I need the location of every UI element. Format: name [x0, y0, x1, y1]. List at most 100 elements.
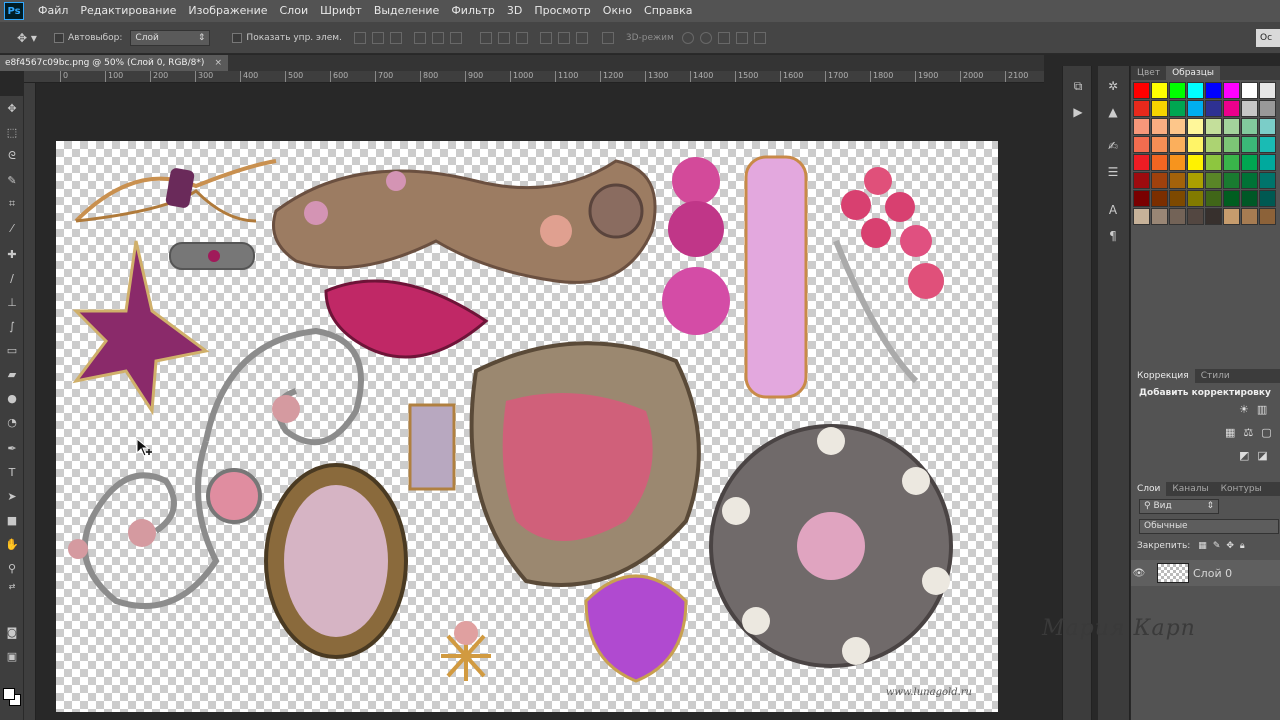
align-vcenter-icon[interactable]: [371, 31, 384, 44]
menu-3d[interactable]: 3D: [501, 0, 528, 22]
auto-align-icon[interactable]: [601, 31, 614, 44]
gradient-tool-icon[interactable]: ▰: [4, 366, 20, 382]
document-tab[interactable]: e8f4567c09bc.png @ 50% (Слой 0, RGB/8*) …: [0, 55, 228, 71]
swatch[interactable]: [1241, 136, 1258, 153]
tab-color[interactable]: Цвет: [1131, 66, 1166, 80]
lock-position-icon[interactable]: ✥: [1226, 541, 1234, 551]
document-canvas[interactable]: www.lunagold.ru: [56, 141, 998, 712]
swatch[interactable]: [1169, 82, 1186, 99]
invert-icon[interactable]: ◩: [1239, 449, 1249, 462]
menu-window[interactable]: Окно: [597, 0, 638, 22]
swatch[interactable]: [1151, 82, 1168, 99]
color-balance-icon[interactable]: ⚖: [1243, 426, 1253, 439]
distribute-bottom-icon[interactable]: [515, 31, 528, 44]
tab-channels[interactable]: Каналы: [1166, 482, 1214, 496]
align-bottom-icon[interactable]: [389, 31, 402, 44]
swatch[interactable]: [1187, 154, 1204, 171]
swatch[interactable]: [1205, 208, 1222, 225]
swatch[interactable]: [1205, 136, 1222, 153]
rotate-3d-icon[interactable]: [681, 31, 694, 44]
swatch[interactable]: [1241, 172, 1258, 189]
tab-paths[interactable]: Контуры: [1215, 482, 1268, 496]
swatch[interactable]: [1223, 118, 1240, 135]
swatch[interactable]: [1169, 136, 1186, 153]
swatch[interactable]: [1169, 154, 1186, 171]
eye-icon[interactable]: 👁︎: [1131, 568, 1147, 579]
workspace-button[interactable]: Ос: [1256, 29, 1280, 47]
healing-brush-tool-icon[interactable]: ✚: [4, 246, 20, 262]
swatch[interactable]: [1133, 118, 1150, 135]
zoom-tool-icon[interactable]: ⚲: [4, 560, 20, 576]
swatch[interactable]: [1151, 208, 1168, 225]
brightness-contrast-icon[interactable]: ☀: [1239, 403, 1249, 416]
actions-panel-icon[interactable]: ▶: [1070, 104, 1086, 120]
swatch[interactable]: [1133, 190, 1150, 207]
black-white-icon[interactable]: ▢: [1261, 426, 1271, 439]
eyedropper-tool-icon[interactable]: ⁄: [4, 220, 20, 236]
swatch[interactable]: [1259, 172, 1276, 189]
close-icon[interactable]: ×: [214, 55, 222, 71]
swatch[interactable]: [1151, 136, 1168, 153]
swatch[interactable]: [1187, 190, 1204, 207]
swatch[interactable]: [1241, 118, 1258, 135]
swatch[interactable]: [1205, 118, 1222, 135]
swatch[interactable]: [1205, 154, 1222, 171]
swatch[interactable]: [1187, 136, 1204, 153]
swatch[interactable]: [1205, 100, 1222, 117]
swatch[interactable]: [1187, 100, 1204, 117]
swatch[interactable]: [1223, 100, 1240, 117]
align-hcenter-icon[interactable]: [431, 31, 444, 44]
swatch[interactable]: [1133, 136, 1150, 153]
swatch[interactable]: [1133, 154, 1150, 171]
menu-layers[interactable]: Слои: [274, 0, 315, 22]
tab-swatches[interactable]: Образцы: [1166, 66, 1220, 80]
align-left-icon[interactable]: [413, 31, 426, 44]
menu-image[interactable]: Изображение: [182, 0, 273, 22]
slide-3d-icon[interactable]: [735, 31, 748, 44]
character-panel-icon[interactable]: A: [1105, 202, 1121, 218]
layer-filter-dropdown[interactable]: ⚲ Вид ⇕: [1139, 498, 1219, 514]
tab-layers[interactable]: Слои: [1131, 482, 1167, 496]
blend-mode-dropdown[interactable]: Обычные: [1139, 518, 1279, 534]
swatch[interactable]: [1133, 208, 1150, 225]
eraser-tool-icon[interactable]: ▭: [4, 342, 20, 358]
history-panel-icon[interactable]: ⧉: [1070, 78, 1086, 94]
swatch[interactable]: [1259, 154, 1276, 171]
lock-transparency-icon[interactable]: ▦: [1198, 541, 1207, 551]
swatch[interactable]: [1259, 82, 1276, 99]
swatch[interactable]: [1151, 172, 1168, 189]
swatch[interactable]: [1169, 118, 1186, 135]
type-tool-icon[interactable]: T: [4, 464, 20, 480]
menu-edit[interactable]: Редактирование: [74, 0, 182, 22]
swatch[interactable]: [1187, 82, 1204, 99]
swatch[interactable]: [1259, 190, 1276, 207]
brush-presets-icon[interactable]: ☰: [1105, 164, 1121, 180]
navigator-panel-icon[interactable]: ✲: [1105, 78, 1121, 94]
quick-mask-icon[interactable]: ◙: [4, 624, 20, 640]
align-top-icon[interactable]: [353, 31, 366, 44]
layer-row[interactable]: 👁︎ Слой 0: [1131, 560, 1280, 586]
swatch[interactable]: [1259, 118, 1276, 135]
distribute-top-icon[interactable]: [479, 31, 492, 44]
swatch[interactable]: [1151, 118, 1168, 135]
pen-tool-icon[interactable]: ✒: [4, 440, 20, 456]
swatch[interactable]: [1187, 118, 1204, 135]
align-right-icon[interactable]: [449, 31, 462, 44]
scale-3d-icon[interactable]: [753, 31, 766, 44]
screen-mode-icon[interactable]: ▣: [4, 648, 20, 664]
swatch[interactable]: [1259, 136, 1276, 153]
dodge-tool-icon[interactable]: ◔: [4, 414, 20, 430]
swap-colors-icon[interactable]: ⇄: [4, 578, 20, 594]
swatch[interactable]: [1169, 190, 1186, 207]
swatch[interactable]: [1241, 82, 1258, 99]
swatch[interactable]: [1223, 208, 1240, 225]
menu-file[interactable]: Файл: [32, 0, 74, 22]
swatch[interactable]: [1259, 208, 1276, 225]
paragraph-panel-icon[interactable]: ¶: [1105, 228, 1121, 244]
hue-saturation-icon[interactable]: ▦: [1225, 426, 1235, 439]
show-transform-controls-checkbox[interactable]: [232, 32, 243, 43]
gradient-map-icon[interactable]: ◪: [1257, 449, 1267, 462]
distribute-hcenter-icon[interactable]: [557, 31, 570, 44]
quick-select-tool-icon[interactable]: ✎: [4, 172, 20, 188]
swatch[interactable]: [1187, 208, 1204, 225]
